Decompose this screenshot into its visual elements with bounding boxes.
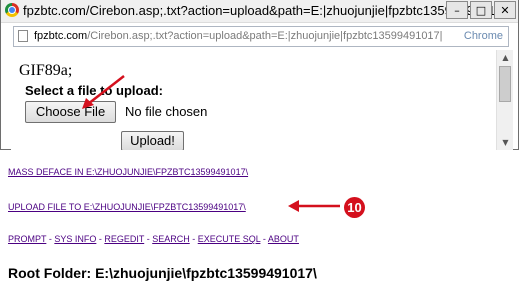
nav-sys-info[interactable]: SYS INFO: [54, 234, 96, 244]
step-arrow-icon: [288, 200, 340, 212]
page-icon: [18, 30, 28, 42]
nav-separator: -: [260, 234, 268, 244]
address-url[interactable]: fpzbtc.com/Cirebon.asp;.txt?action=uploa…: [34, 30, 443, 42]
step-number-badge: 10: [344, 197, 365, 218]
nav-about[interactable]: ABOUT: [268, 234, 299, 244]
address-bar[interactable]: fpzbtc.com/Cirebon.asp;.txt?action=uploa…: [13, 26, 509, 47]
minimize-button[interactable]: –: [446, 1, 468, 19]
restore-button[interactable]: □: [470, 1, 492, 19]
url-path: /Cirebon.asp;.txt?action=upload&path=E:|…: [87, 30, 443, 42]
chrome-badge: Chrome: [460, 28, 506, 45]
close-button[interactable]: ✕: [494, 1, 516, 19]
popup-title-bar[interactable]: fpzbtc.com/Cirebon.asp;.txt?action=uploa…: [1, 0, 518, 23]
no-file-chosen-text: No file chosen: [125, 104, 208, 119]
popup-scrollbar[interactable]: ▲ ▼: [496, 50, 513, 150]
mass-deface-link[interactable]: MASS DEFACE IN E:\ZHUOJUNJIE\FPZBTC13599…: [8, 167, 248, 177]
nav-execute-sql[interactable]: EXECUTE SQL: [198, 234, 261, 244]
nav-regedit[interactable]: REGEDIT: [104, 234, 144, 244]
upload-file-link[interactable]: UPLOAD FILE TO E:\ZHUOJUNJIE\FPZBTC13599…: [8, 202, 246, 212]
nav-separator: -: [144, 234, 153, 244]
nav-prompt[interactable]: PROMPT: [8, 234, 46, 244]
tool-navigation: PROMPT - SYS INFO - REGEDIT - SEARCH - E…: [8, 234, 299, 244]
nav-separator: -: [189, 234, 198, 244]
scrollbar-thumb[interactable]: [499, 66, 511, 102]
upload-button[interactable]: Upload!: [121, 131, 184, 150]
scroll-down-arrow-icon[interactable]: ▼: [498, 135, 513, 150]
gif-header-text: GIF89a;: [19, 62, 73, 79]
popup-title: fpzbtc.com/Cirebon.asp;.txt?action=uploa…: [23, 3, 507, 18]
window-controls: – □ ✕: [446, 1, 516, 19]
root-folder-heading: Root Folder: E:\zhuojunjie\fpzbtc1359949…: [8, 265, 317, 281]
nav-search[interactable]: SEARCH: [152, 234, 190, 244]
url-host: fpzbtc.com: [34, 30, 88, 42]
annotation-arrow-icon: [82, 75, 125, 109]
chrome-logo-icon: [5, 3, 19, 17]
scroll-up-arrow-icon[interactable]: ▲: [498, 50, 513, 65]
